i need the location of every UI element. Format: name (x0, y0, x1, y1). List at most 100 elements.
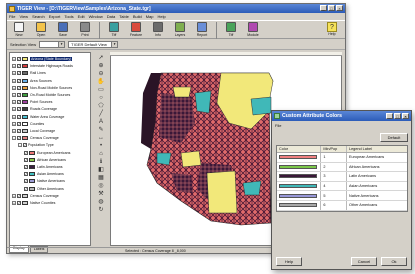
cancel-button[interactable]: Cancel (351, 257, 377, 266)
close-button[interactable]: × (336, 5, 343, 11)
layer-visibility-checkbox[interactable]: ✓ (24, 186, 28, 191)
hammer-icon[interactable]: ⚒ (95, 190, 107, 197)
layer-visibility-checkbox[interactable]: ✓ (17, 78, 21, 83)
toolbar-save-button[interactable]: Save (53, 22, 73, 39)
toolbar-module-button[interactable]: Module (243, 22, 263, 39)
zoom-in-icon[interactable]: ⊕ (95, 62, 107, 69)
color-cell[interactable] (277, 181, 322, 191)
label-icon[interactable]: ⌂ (95, 150, 107, 157)
toolbar-layers-button[interactable]: Layers (170, 22, 190, 39)
layer-visibility-checkbox[interactable]: ✓ (17, 114, 21, 119)
toc-layer-non-road-mobile-sources[interactable]: + ✓ Non-Road Mobile Sources (12, 85, 72, 91)
select-arrow-icon[interactable]: ➚ (95, 54, 107, 61)
min-pop-cell[interactable]: 6 (321, 200, 347, 210)
layer-visibility-checkbox[interactable]: ✓ (17, 193, 21, 198)
toc-layer-european-americans[interactable]: ✓ European Americans (24, 150, 70, 156)
toc-layer-rail-lines[interactable]: + ✓ Rail Lines (12, 70, 46, 76)
toolbar-feature-button[interactable]: Feature (126, 22, 146, 39)
table-row[interactable]: 2 African Americans (277, 162, 407, 173)
dialog-minimize-button[interactable]: _ (386, 113, 393, 119)
collapse-icon[interactable]: - (18, 143, 22, 148)
toolbar-report-button[interactable]: Report (192, 22, 212, 39)
collapse-icon[interactable]: - (12, 136, 16, 141)
polygon-icon[interactable]: ⬠ (95, 102, 107, 109)
buffer-icon[interactable]: ◎ (95, 182, 107, 189)
layer-visibility-checkbox[interactable]: ✓ (24, 165, 28, 169)
expand-icon[interactable]: + (12, 193, 16, 198)
dialog-menu-file[interactable]: File (275, 123, 281, 128)
menu-help[interactable]: Help (158, 14, 166, 19)
expand-icon[interactable]: + (12, 121, 16, 126)
legend-label-cell[interactable]: Latin Americans (347, 172, 407, 181)
menu-map[interactable]: Map (146, 14, 154, 19)
min-pop-cell[interactable]: 2 (321, 162, 347, 172)
color-swatch[interactable] (279, 164, 317, 169)
color-cell[interactable] (277, 172, 322, 181)
menu-data[interactable]: Data (107, 14, 115, 19)
help-button[interactable]: ? Help (322, 22, 342, 39)
legend-label-cell[interactable]: Native Americans (347, 191, 407, 200)
expand-icon[interactable]: + (12, 107, 16, 112)
toc-layer-interstate-highways-roads[interactable]: + ✓ Interstate Highways Roads (12, 63, 73, 69)
globe-icon[interactable]: ◍ (95, 198, 107, 205)
toc-layer-population-type[interactable]: - ✓ Population Type (18, 142, 54, 148)
layer-icon[interactable]: ◧ (95, 166, 107, 173)
layer-visibility-checkbox[interactable]: ✓ (17, 57, 21, 61)
legend-label-cell[interactable]: European Americans (347, 153, 407, 162)
layer-visibility-checkbox[interactable]: ✓ (17, 93, 21, 97)
layer-visibility-checkbox[interactable]: ✓ (24, 179, 28, 184)
color-swatch[interactable] (279, 184, 317, 189)
toolbar-tiff-button[interactable]: Tiff (104, 22, 124, 39)
expand-icon[interactable]: + (12, 201, 16, 205)
menu-window[interactable]: Window (89, 14, 103, 19)
refresh-icon[interactable]: ↻ (95, 206, 107, 213)
minimize-button[interactable]: _ (320, 5, 327, 11)
toolbar-tiff-button[interactable]: Tiff (221, 22, 241, 39)
line-icon[interactable]: ╱ (95, 110, 107, 117)
layer-visibility-checkbox[interactable]: ✓ (17, 71, 21, 76)
toc-layer-point-sources[interactable]: + ✓ Point Sources (12, 99, 52, 105)
expand-icon[interactable]: + (12, 100, 16, 105)
layer-visibility-checkbox[interactable]: ✓ (24, 157, 28, 162)
grid-icon[interactable]: ▦ (95, 174, 107, 181)
color-swatch[interactable] (279, 174, 317, 179)
layer-visibility-checkbox[interactable]: ✓ (24, 150, 28, 155)
layer-visibility-checkbox[interactable]: ✓ (17, 100, 21, 105)
point-icon[interactable]: • (95, 142, 107, 149)
pan-hand-icon[interactable]: ✋ (95, 78, 107, 85)
expand-icon[interactable]: + (12, 114, 16, 119)
ok-button[interactable]: Ok (381, 257, 407, 266)
color-cell[interactable] (277, 200, 322, 210)
toc-layer-census-coverage[interactable]: + ✓ Census Coverage (12, 193, 59, 199)
layer-visibility-checkbox[interactable]: ✓ (17, 64, 21, 69)
expand-icon[interactable]: + (12, 129, 16, 133)
view-type-dropdown[interactable]: ▼ (39, 41, 66, 48)
layer-visibility-checkbox[interactable]: ✓ (17, 129, 21, 133)
toc-layer-on-road-mobile-sources[interactable]: + ✓ On-Road Mobile Sources (12, 92, 70, 98)
text-tool-icon[interactable]: A (95, 118, 107, 125)
dialog-close-button[interactable]: × (402, 113, 409, 119)
expand-icon[interactable]: + (12, 57, 16, 61)
toc-layer-local-coverage[interactable]: + ✓ Local Coverage (12, 128, 55, 134)
table-row[interactable]: 3 Latin Americans (277, 172, 407, 182)
toc-layer-other-americans[interactable]: ✓ Other Americans (24, 186, 64, 192)
toc-layer-asian-americans[interactable]: ✓ Asian Americans (24, 171, 64, 177)
toolbar-print-button[interactable]: Print (75, 22, 95, 39)
menu-search[interactable]: Search (32, 14, 45, 19)
min-pop-cell[interactable]: 1 (321, 153, 347, 162)
default-button[interactable]: Default (380, 133, 408, 142)
menu-edit[interactable]: Edit (78, 14, 85, 19)
expand-icon[interactable]: + (12, 71, 16, 76)
expand-icon[interactable]: + (12, 78, 16, 83)
min-pop-cell[interactable]: 3 (321, 172, 347, 181)
toc-layer-arizona-state-boundary[interactable]: + ✓ Arizona (State Boundary) (12, 56, 73, 62)
table-row[interactable]: 1 European Americans (277, 153, 407, 163)
layer-visibility-checkbox[interactable]: ✓ (17, 107, 21, 112)
layer-visibility-checkbox[interactable]: ✓ (17, 121, 21, 126)
toc-layer-african-americans[interactable]: ✓ African Americans (24, 157, 66, 163)
color-cell[interactable] (277, 153, 322, 162)
toolbar-new-button[interactable]: New (9, 22, 29, 39)
toolbar-info-button[interactable]: Info (148, 22, 168, 39)
expand-icon[interactable]: + (12, 85, 16, 90)
menu-table[interactable]: Table (119, 14, 129, 19)
